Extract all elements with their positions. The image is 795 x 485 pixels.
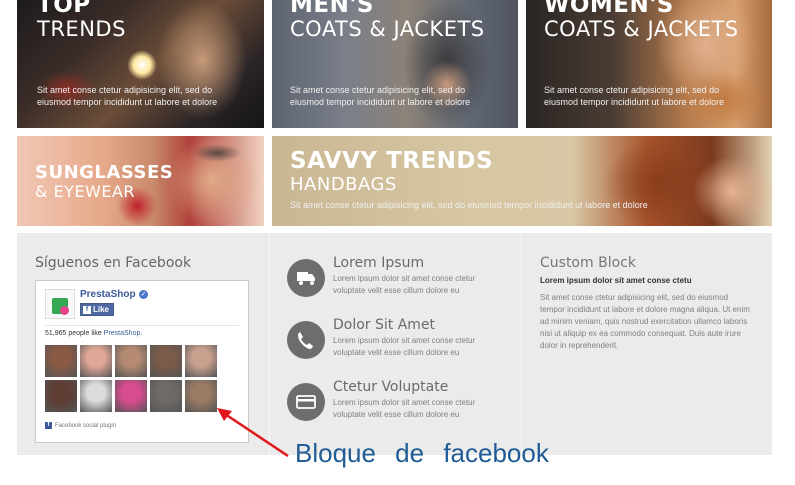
- annotation-arrow: [217, 408, 289, 458]
- page: TOP TRENDS Sit amet conse ctetur adipisi…: [0, 0, 795, 485]
- annotation-label: Bloque de facebook: [295, 438, 549, 468]
